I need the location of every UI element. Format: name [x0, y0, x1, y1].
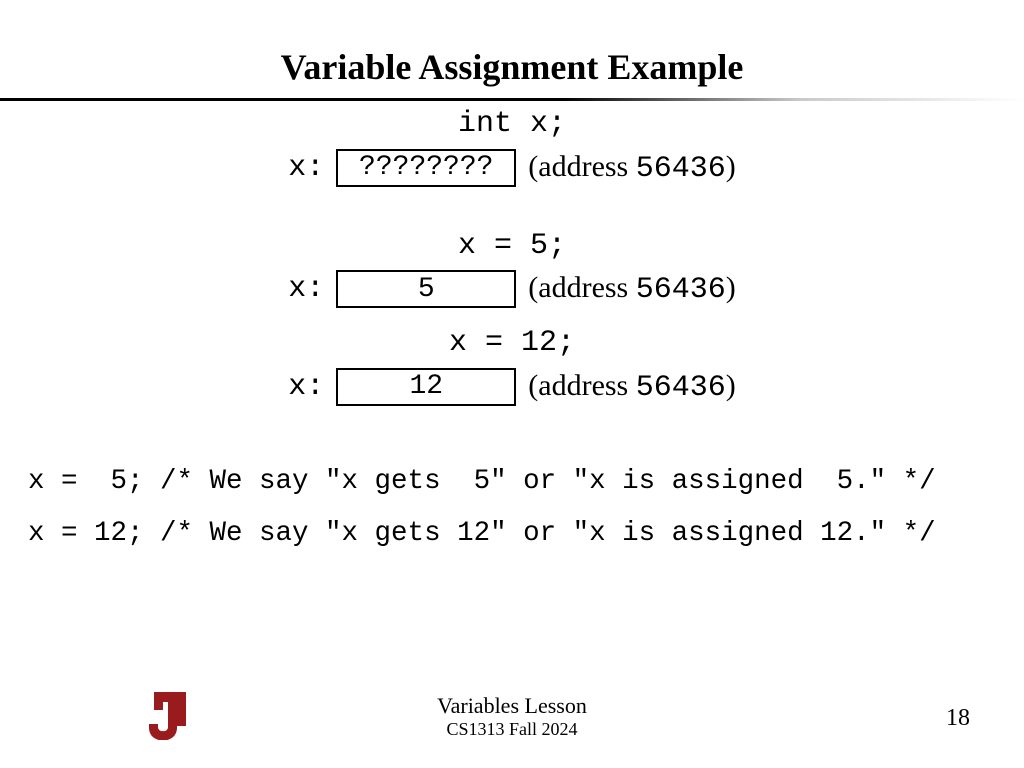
example-block-2: x = 5; x: 5 (address 56436) — [0, 231, 1024, 309]
footer-course: CS1313 Fall 2024 — [0, 719, 1024, 740]
var-label: x: — [288, 272, 324, 306]
comment-line-2: x = 12; /* We say "x gets 12" or "x is a… — [28, 518, 936, 549]
address-label: address — [538, 271, 628, 304]
memory-box: 12 — [336, 368, 516, 406]
code-line: x = 5; — [0, 231, 1024, 263]
address-value: 56436 — [636, 273, 726, 307]
address-group: (address 56436) — [528, 369, 736, 405]
memory-row: x: ???????? (address 56436) — [0, 149, 1024, 187]
address-label: address — [538, 369, 628, 402]
memory-box: 5 — [336, 270, 516, 308]
memory-row: x: 12 (address 56436) — [0, 368, 1024, 406]
comment-block: x = 5; /* We say "x gets 5" or "x is ass… — [0, 456, 1024, 561]
address-group: (address 56436) — [528, 150, 736, 186]
code-line: x = 12; — [0, 328, 1024, 360]
address-value: 56436 — [636, 371, 726, 405]
page-number: 18 — [946, 705, 970, 732]
memory-row: x: 5 (address 56436) — [0, 270, 1024, 308]
var-label: x: — [288, 151, 324, 185]
footer-center: Variables Lesson CS1313 Fall 2024 — [0, 693, 1024, 740]
example-block-3: x = 12; x: 12 (address 56436) — [0, 328, 1024, 406]
title-rule — [0, 98, 1024, 101]
memory-box: ???????? — [336, 149, 516, 187]
comment-line-1: x = 5; /* We say "x gets 5" or "x is ass… — [28, 466, 936, 497]
example-block-1: int x; x: ???????? (address 56436) — [0, 109, 1024, 187]
code-line: int x; — [0, 109, 1024, 141]
slide-footer: Variables Lesson CS1313 Fall 2024 18 — [0, 680, 1024, 740]
slide-content: int x; x: ???????? (address 56436) x = 5… — [0, 109, 1024, 560]
slide-title: Variable Assignment Example — [0, 0, 1024, 98]
address-group: (address 56436) — [528, 271, 736, 307]
address-value: 56436 — [636, 152, 726, 186]
slide: Variable Assignment Example int x; x: ??… — [0, 0, 1024, 768]
footer-lesson: Variables Lesson — [0, 693, 1024, 719]
address-label: address — [538, 150, 628, 183]
var-label: x: — [288, 370, 324, 404]
